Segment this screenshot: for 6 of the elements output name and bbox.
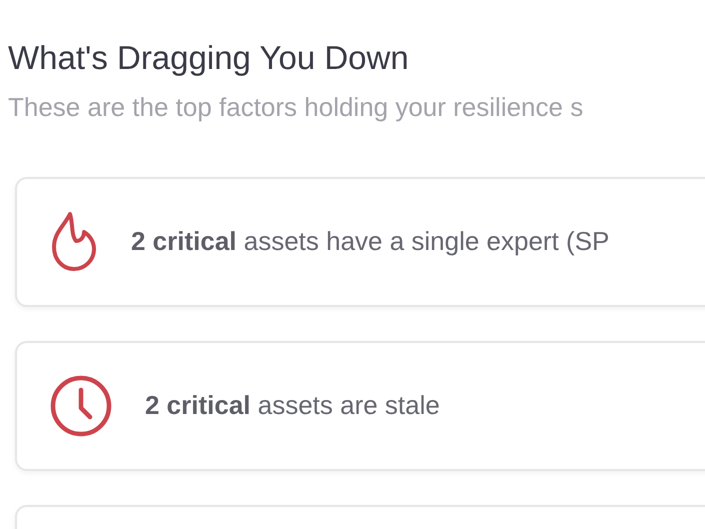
factor-text: 2 critical assets are stale bbox=[145, 389, 440, 422]
section-heading: What's Dragging You Down bbox=[8, 38, 410, 78]
flame-icon bbox=[49, 210, 99, 273]
factor-text: 2 critical assets have a single expert (SP bbox=[131, 225, 610, 258]
clock-icon bbox=[49, 374, 113, 438]
section-subtitle: These are the top factors holding your resilience s bbox=[8, 90, 584, 124]
